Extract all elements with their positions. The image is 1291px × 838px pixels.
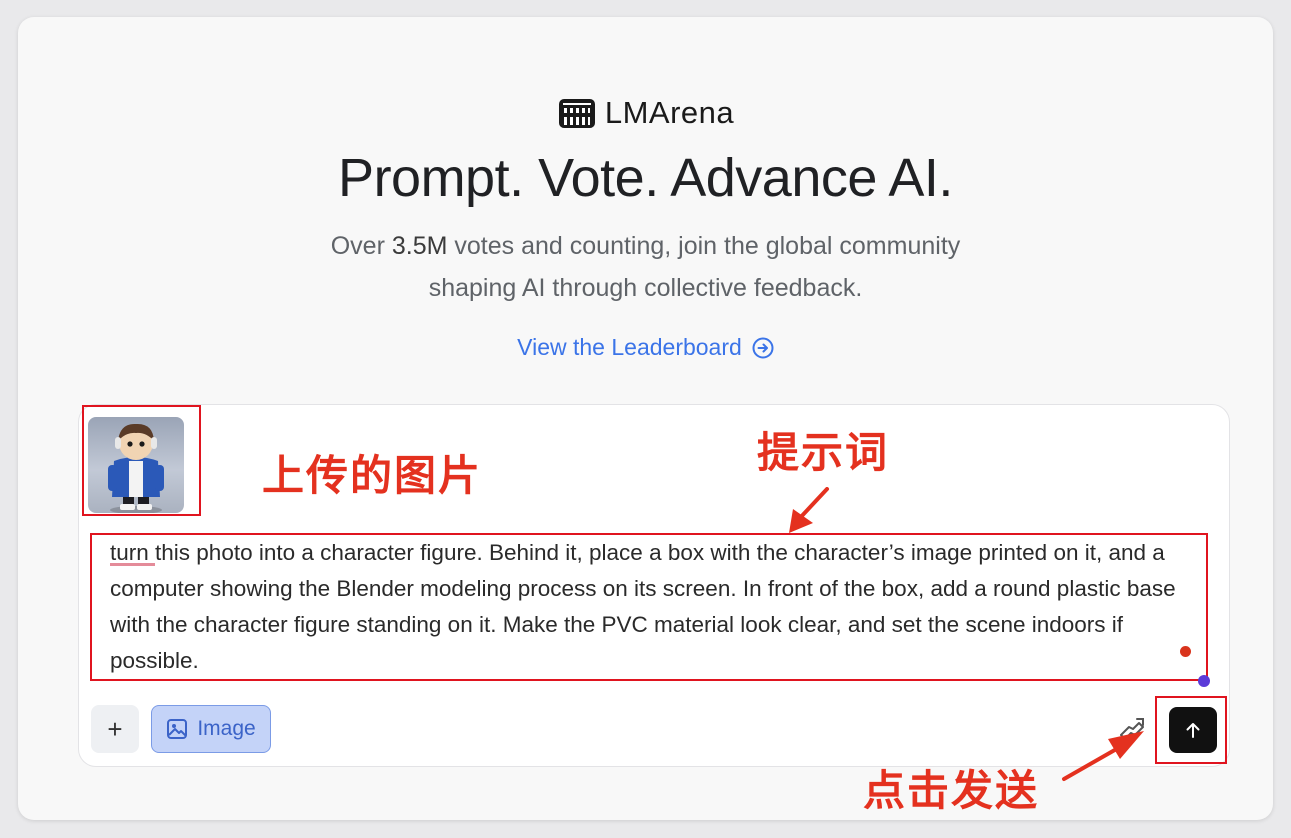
vote-count: 3.5M bbox=[391, 232, 448, 260]
image-mode-button[interactable]: Image bbox=[151, 705, 271, 753]
subtitle-line-1: Over 3.5M votes and counting, join the g… bbox=[18, 225, 1273, 267]
annotation-send: 点击发送 bbox=[863, 766, 1040, 815]
leaderboard-link-label: View the Leaderboard bbox=[517, 334, 742, 360]
annotation-arrow-down-icon bbox=[789, 487, 829, 533]
arrow-right-circle-icon bbox=[752, 337, 774, 358]
uploaded-image-thumbnail[interactable] bbox=[88, 417, 184, 513]
brand: LMArena bbox=[18, 93, 1273, 133]
annotation-prompt: 提示词 bbox=[757, 428, 890, 477]
view-leaderboard-link[interactable]: View the Leaderboard bbox=[18, 334, 1273, 361]
add-attachment-button[interactable]: + bbox=[91, 705, 139, 753]
brand-name: LMArena bbox=[604, 95, 735, 130]
annotation-uploaded-image: 上传的图片 bbox=[262, 451, 483, 500]
cursor-dot-red bbox=[1180, 646, 1191, 657]
subtitle-line-2: shaping AI through collective feedback. bbox=[428, 274, 863, 302]
send-button[interactable] bbox=[1169, 707, 1217, 753]
prompt-text[interactable]: turn this photo into a character figure.… bbox=[110, 535, 1200, 679]
character-figure-image bbox=[108, 423, 164, 513]
hero-subtitle: Over 3.5M votes and counting, join the g… bbox=[18, 225, 1273, 309]
subtitle-prefix: Over bbox=[330, 232, 392, 260]
page-title: Prompt. Vote. Advance AI. bbox=[338, 148, 953, 208]
prompt-input[interactable]: turn this photo into a character figure.… bbox=[90, 533, 1210, 687]
annotation-arrow-send-icon bbox=[1062, 731, 1144, 781]
spellcheck-underline bbox=[110, 563, 155, 566]
prompt-composer: 上传的图片 提示词 turn this photo into a charact… bbox=[78, 404, 1230, 767]
arrow-up-icon bbox=[1186, 723, 1200, 738]
colosseum-icon bbox=[558, 99, 595, 128]
image-mode-label: Image bbox=[197, 717, 256, 740]
main-card: LMArena Prompt. Vote. Advance AI. Over 3… bbox=[18, 17, 1273, 820]
image-icon bbox=[167, 719, 188, 739]
cursor-dot-blue bbox=[1198, 675, 1210, 687]
subtitle-suffix: votes and counting, join the global comm… bbox=[447, 232, 961, 260]
